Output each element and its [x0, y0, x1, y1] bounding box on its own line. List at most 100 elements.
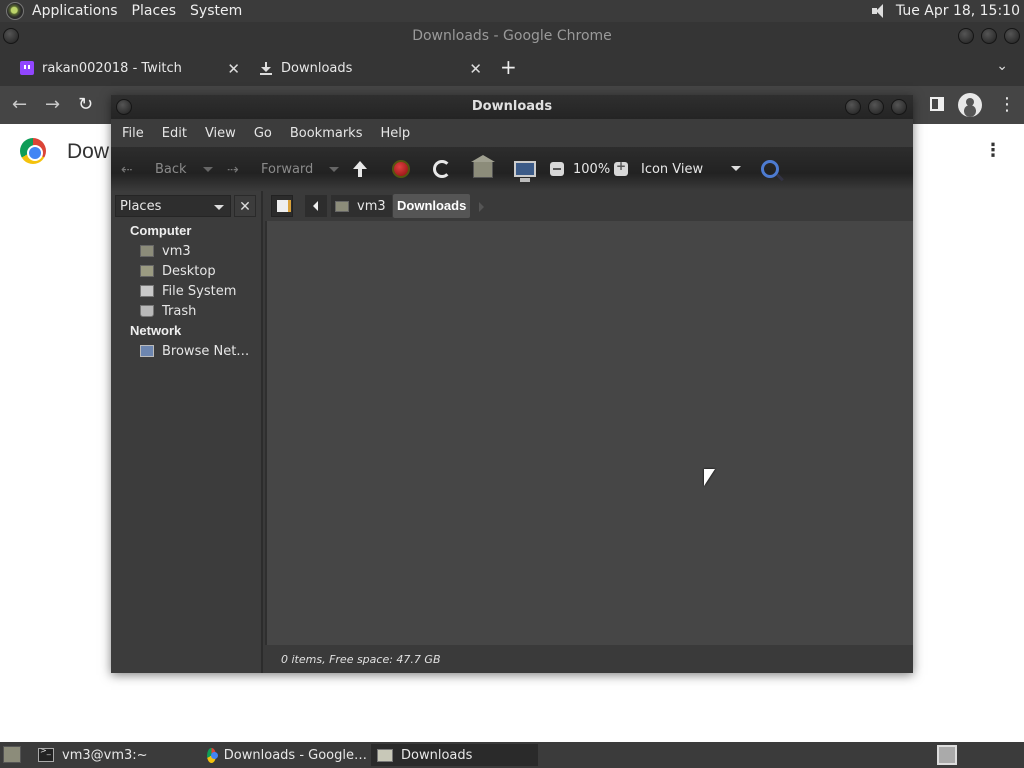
- side-pane-selector[interactable]: Places: [115, 195, 231, 217]
- side-pane-selector-label: Places: [120, 198, 162, 214]
- zoom-in-button[interactable]: [614, 147, 628, 191]
- window-menu-button[interactable]: [116, 99, 132, 115]
- place-trash[interactable]: Trash: [111, 301, 261, 321]
- places-menu[interactable]: Places: [132, 3, 177, 19]
- zoom-level[interactable]: 100%: [573, 147, 610, 191]
- path-button-vm3[interactable]: vm3: [331, 195, 392, 217]
- applications-menu[interactable]: Applications: [32, 3, 118, 19]
- place-vm3[interactable]: vm3: [111, 241, 261, 261]
- zoom-out-icon: [550, 162, 564, 176]
- forward-history-arrow-icon[interactable]: [329, 166, 340, 172]
- section-network: Network: [130, 323, 182, 338]
- place-label: Browse Net…: [162, 343, 250, 359]
- back-arrow-icon[interactable]: ←: [12, 94, 27, 115]
- computer-icon: [514, 161, 536, 182]
- view-mode-select[interactable]: Icon View: [641, 147, 745, 191]
- computer-button[interactable]: [514, 147, 536, 191]
- file-manager-window: Downloads File Edit View Go Bookmarks He…: [111, 95, 913, 673]
- forward-button[interactable]: ⇢ Forward: [227, 147, 340, 191]
- top-panel: Applications Places System Tue Apr 18, 1…: [0, 0, 1024, 22]
- home-button[interactable]: [471, 147, 495, 191]
- profile-icon[interactable]: [958, 93, 982, 117]
- file-view[interactable]: [265, 221, 913, 645]
- place-label: File System: [162, 283, 237, 299]
- side-panel-icon[interactable]: [930, 97, 944, 111]
- task-file-manager[interactable]: Downloads: [371, 744, 538, 766]
- place-desktop[interactable]: Desktop: [111, 261, 261, 281]
- reload-icon[interactable]: ↻: [78, 94, 93, 115]
- path-scroll-right-icon[interactable]: [479, 202, 484, 212]
- task-chrome[interactable]: Downloads - Google…: [203, 744, 367, 766]
- back-button[interactable]: ⇠ Back: [121, 147, 213, 191]
- forward-arrow-icon[interactable]: →: [45, 94, 60, 115]
- task-terminal[interactable]: vm3@vm3:~: [34, 744, 198, 766]
- menu-help[interactable]: Help: [380, 126, 410, 141]
- task-label: vm3@vm3:~: [62, 747, 148, 763]
- home-folder-icon: [140, 245, 154, 257]
- place-browse-network[interactable]: Browse Net…: [111, 341, 261, 361]
- back-label: Back: [155, 161, 187, 177]
- section-computer: Computer: [130, 223, 192, 238]
- close-button[interactable]: [891, 99, 907, 115]
- close-side-pane-icon[interactable]: ✕: [234, 195, 256, 217]
- back-history-arrow-icon[interactable]: [202, 166, 213, 172]
- fm-titlebar[interactable]: Downloads: [111, 95, 913, 119]
- search-button[interactable]: [761, 147, 779, 191]
- menu-bookmarks[interactable]: Bookmarks: [290, 126, 363, 141]
- menu-file[interactable]: File: [122, 126, 144, 141]
- status-bar: 0 items, Free space: 47.7 GB: [265, 647, 913, 673]
- path-label: vm3: [357, 198, 386, 214]
- close-tab-icon[interactable]: ✕: [469, 60, 482, 78]
- forward-label: Forward: [261, 161, 314, 177]
- clock[interactable]: Tue Apr 18, 15:10: [896, 3, 1020, 19]
- stop-icon: [392, 160, 410, 178]
- path-bar: vm3 Downloads: [265, 191, 913, 221]
- gnome-foot-icon[interactable]: [6, 2, 24, 20]
- system-menu[interactable]: System: [190, 3, 242, 19]
- twitch-icon: [20, 61, 34, 75]
- chrome-logo-icon: [20, 138, 46, 164]
- minimize-button[interactable]: [958, 28, 974, 44]
- side-pane: Places ✕ Computer vm3 Desktop File Syste…: [111, 191, 263, 673]
- place-file-system[interactable]: File System: [111, 281, 261, 301]
- zoom-out-button[interactable]: [550, 147, 564, 191]
- path-button-current[interactable]: Downloads: [393, 194, 471, 218]
- back-arrow-icon: ⇠: [121, 162, 133, 178]
- show-desktop-icon[interactable]: [3, 746, 21, 763]
- page-menu-icon[interactable]: ⋮: [984, 140, 1002, 161]
- maximize-button[interactable]: [868, 99, 884, 115]
- reload-button[interactable]: [433, 147, 451, 191]
- download-icon: [260, 61, 272, 75]
- folder-icon: [377, 748, 393, 762]
- up-button[interactable]: [350, 147, 370, 191]
- close-tab-icon[interactable]: ✕: [227, 60, 240, 78]
- minimize-button[interactable]: [845, 99, 861, 115]
- window-menu-button[interactable]: [3, 28, 19, 44]
- taskbar: vm3@vm3:~ Downloads - Google… Downloads: [0, 742, 1024, 768]
- tab-twitch[interactable]: rakan002018 - Twitch ✕: [0, 50, 248, 86]
- path-scroll-left-icon[interactable]: [305, 195, 327, 217]
- maximize-button[interactable]: [981, 28, 997, 44]
- workspace-switcher-icon[interactable]: [937, 745, 957, 765]
- chevron-down-icon[interactable]: ⌄: [996, 58, 1008, 74]
- menu-edit[interactable]: Edit: [162, 126, 187, 141]
- edit-location-icon[interactable]: [271, 195, 293, 217]
- places-tree: Computer vm3 Desktop File System Trash N…: [111, 221, 261, 361]
- terminal-icon: [38, 746, 54, 762]
- zoom-in-icon: [614, 159, 628, 176]
- new-tab-icon[interactable]: +: [500, 55, 517, 79]
- volume-icon[interactable]: [870, 3, 888, 19]
- panel-tray: Tue Apr 18, 15:10: [870, 0, 1020, 22]
- view-mode-arrow-icon: [731, 166, 741, 171]
- tab-downloads[interactable]: Downloads ✕: [248, 50, 490, 86]
- close-button[interactable]: [1004, 28, 1020, 44]
- stop-button[interactable]: [392, 147, 410, 191]
- menu-go[interactable]: Go: [254, 126, 272, 141]
- home-folder-icon: [471, 154, 495, 178]
- chrome-menu-icon[interactable]: ⋮: [998, 94, 1016, 115]
- chrome-titlebar[interactable]: Downloads - Google Chrome: [0, 22, 1024, 50]
- page-title: Dow: [67, 140, 110, 163]
- place-label: vm3: [162, 243, 191, 259]
- menu-view[interactable]: View: [205, 126, 236, 141]
- task-label: Downloads: [401, 747, 473, 763]
